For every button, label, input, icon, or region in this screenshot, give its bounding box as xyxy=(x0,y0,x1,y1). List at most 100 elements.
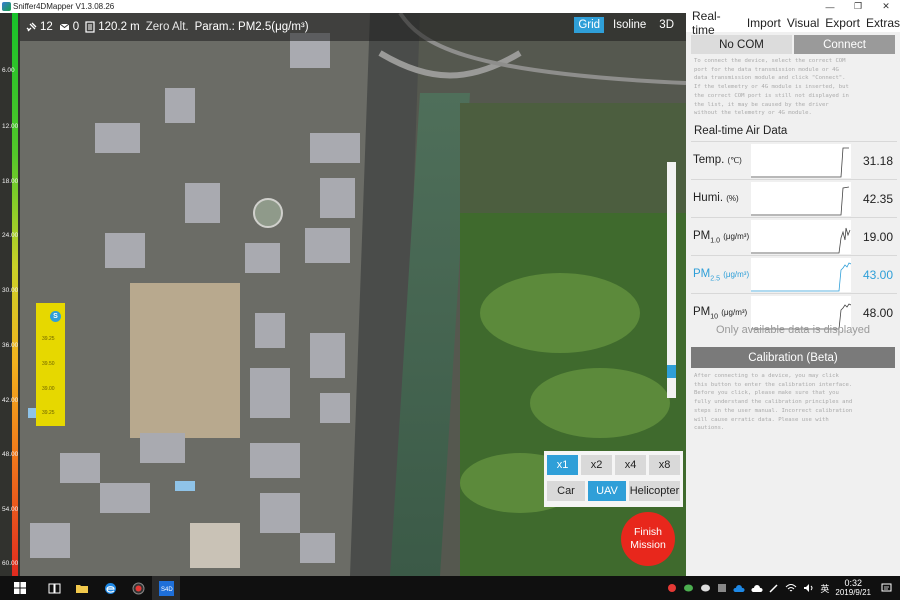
hint-line: the correct COM port is still not displa… xyxy=(694,92,849,99)
playback-scroll-thumb[interactable] xyxy=(667,365,676,378)
hint-line: steps in the user manual. Incorrect cali… xyxy=(694,407,853,414)
tray-pen-icon[interactable] xyxy=(769,583,779,593)
vehicle-helicopter-button[interactable]: Helicopter xyxy=(629,481,680,501)
playback-control-panel: x1 x2 x4 x8 Car UAV Helicopter xyxy=(544,451,683,507)
edge-browser-button[interactable] xyxy=(96,576,124,600)
zero-alt-button[interactable]: Zero Alt. xyxy=(146,21,189,33)
satellite-count-value: 12 xyxy=(40,21,53,33)
air-data-value: 43.00 xyxy=(862,268,893,282)
hint-line: this button to enter the calibration int… xyxy=(694,381,853,388)
scale-tick: 54.00 xyxy=(2,506,19,513)
tray-app-icon[interactable] xyxy=(717,583,727,593)
sniffer4d-taskbar-button[interactable]: S4D xyxy=(152,576,180,600)
volume-icon[interactable] xyxy=(803,583,814,593)
air-data-title: Real-time Air Data xyxy=(694,125,788,137)
vehicle-car-button[interactable]: Car xyxy=(547,481,585,501)
speed-x8-button[interactable]: x8 xyxy=(649,455,680,475)
vehicle-uav-button[interactable]: UAV xyxy=(588,481,626,501)
windows-taskbar: S4D 英 0:32 2019/9/21 xyxy=(0,576,900,600)
isoline-toggle[interactable]: Isoline xyxy=(609,17,650,33)
menu-realtime[interactable]: Real-time xyxy=(692,9,741,37)
input-method-indicator[interactable]: 英 xyxy=(820,582,829,595)
notification-icon[interactable] xyxy=(881,583,892,593)
svg-text:S4D: S4D xyxy=(161,587,173,593)
restore-button[interactable]: ❐ xyxy=(844,0,872,13)
menu-export[interactable]: Export xyxy=(825,16,860,30)
connect-button[interactable]: Connect xyxy=(794,35,895,54)
air-data-label: Humi. (%) xyxy=(693,192,739,204)
start-marker-icon[interactable]: S xyxy=(50,311,61,322)
air-data-label: Temp. (℃) xyxy=(693,154,742,166)
finish-label-line2: Mission xyxy=(630,539,666,551)
concentration-track-strip[interactable]: S 39.25 39.50 39.00 39.25 xyxy=(36,303,65,426)
finish-label-line1: Finish xyxy=(633,526,662,538)
hint-line: Before you click, please make sure that … xyxy=(694,390,839,397)
hint-line: To connect the device, select the correc… xyxy=(694,58,846,64)
altitude-icon xyxy=(85,21,95,33)
hint-line: data transmission module and click "Conn… xyxy=(694,75,846,82)
air-data-value: 42.35 xyxy=(862,192,893,206)
grid-toggle[interactable]: Grid xyxy=(574,17,605,33)
windows-start-button[interactable] xyxy=(0,576,40,600)
concentration-scale-bar: 6.00 12.00 18.00 24.00 30.00 36.00 42.00… xyxy=(0,13,20,576)
hint-line: If the telemetry or 4G module is inserte… xyxy=(694,84,849,91)
hint-line: without the telemetry or 4G module. xyxy=(694,110,812,117)
com-row: No COM Connect xyxy=(691,35,895,54)
tray-cloud-icon[interactable] xyxy=(733,584,745,593)
air-data-row-pm1: PM1.0 (μg/m³) 19.00 xyxy=(691,217,897,255)
app-logo-icon xyxy=(2,2,11,11)
tray-wechat-icon[interactable] xyxy=(683,583,694,593)
menu-visual[interactable]: Visual xyxy=(787,16,819,30)
system-clock[interactable]: 0:32 2019/9/21 xyxy=(835,578,871,598)
scale-tick: 30.00 xyxy=(2,287,19,294)
minimize-button[interactable]: — xyxy=(816,0,844,13)
tray-record-icon[interactable] xyxy=(667,583,677,593)
com-port-select[interactable]: No COM xyxy=(691,35,792,54)
calibration-button[interactable]: Calibration (Beta) xyxy=(691,347,895,368)
playback-scrollbar[interactable] xyxy=(667,162,676,398)
finish-mission-button[interactable]: Finish Mission xyxy=(621,512,675,566)
scale-tick: 12.00 xyxy=(2,123,19,130)
parameter-selector[interactable]: Param.: PM2.5(μg/m³) xyxy=(195,21,309,33)
task-view-button[interactable] xyxy=(40,576,68,600)
available-data-note: Only available data is displayed xyxy=(715,324,871,336)
hint-line: fully understand the calibration princip… xyxy=(694,399,853,406)
tray-onedrive-icon[interactable] xyxy=(751,584,763,593)
clock-time: 0:32 xyxy=(844,578,862,588)
satellite-count: 12 xyxy=(26,21,53,33)
view-toggle-group: Grid Isoline 3D xyxy=(569,17,678,33)
sniffer4d-app-icon: S4D xyxy=(158,580,174,596)
air-data-row-temp: Temp. (℃) 31.18 xyxy=(691,141,897,179)
hint-line: After connecting to a device, you may cl… xyxy=(694,373,839,379)
track-value: 39.50 xyxy=(42,361,55,367)
scale-tick: 60.00 xyxy=(2,560,19,567)
scale-gradient xyxy=(12,13,18,576)
message-count: 0 xyxy=(59,21,79,33)
speed-x2-button[interactable]: x2 xyxy=(581,455,612,475)
air-data-value: 31.18 xyxy=(862,154,893,168)
task-view-icon xyxy=(48,583,60,593)
speed-x4-button[interactable]: x4 xyxy=(615,455,646,475)
altitude-value: 120.2 m xyxy=(98,21,140,33)
scale-tick: 18.00 xyxy=(2,178,19,185)
track-value: 39.00 xyxy=(42,386,55,392)
air-data-value: 48.00 xyxy=(862,306,893,320)
menu-import[interactable]: Import xyxy=(747,16,781,30)
close-button[interactable]: ✕ xyxy=(872,0,900,13)
air-data-label: PM1.0 (μg/m³) xyxy=(693,230,750,245)
system-tray: 英 0:32 2019/9/21 xyxy=(667,576,900,600)
connect-hint-text: To connect the device, select the correc… xyxy=(694,57,894,118)
message-icon xyxy=(59,23,70,30)
recorder-app-button[interactable] xyxy=(124,576,152,600)
file-explorer-button[interactable] xyxy=(68,576,96,600)
message-count-value: 0 xyxy=(72,21,80,33)
humi-sparkline xyxy=(751,182,851,216)
track-value: 39.25 xyxy=(42,336,55,342)
wifi-icon[interactable] xyxy=(785,583,797,593)
tray-chat-icon[interactable] xyxy=(700,583,711,593)
speed-x1-button[interactable]: x1 xyxy=(547,455,578,475)
3d-toggle[interactable]: 3D xyxy=(655,17,678,33)
hint-line: the list, it may be caused by the driver xyxy=(694,101,829,108)
menu-extras[interactable]: Extras xyxy=(866,16,900,30)
record-icon xyxy=(132,582,144,594)
